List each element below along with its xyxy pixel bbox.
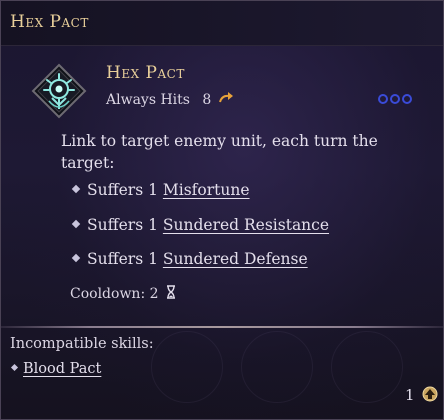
effect-item: Suffers 1 Sundered Resistance (71, 216, 329, 234)
incompatible-skills-title: Incompatible skills: (10, 336, 154, 352)
bullet-diamond-icon (71, 253, 81, 263)
skill-slot-indicator: 1 (405, 386, 438, 406)
cost-value: 8 (202, 92, 212, 108)
effect-link-sundered-defense[interactable]: Sundered Defense (163, 250, 308, 268)
bullet-diamond-icon (71, 184, 81, 194)
bullet-diamond-icon (10, 363, 19, 371)
upgrade-arrow-icon (422, 386, 438, 406)
effect-link-sundered-resistance[interactable]: Sundered Resistance (163, 216, 329, 234)
background-emblem (151, 331, 223, 403)
skill-stats-line: Always Hits 8 (106, 92, 234, 108)
hex-sigil-icon (31, 63, 87, 119)
section-divider (1, 326, 443, 328)
effect-prefix: Suffers 1 (87, 181, 158, 199)
slot-count: 1 (405, 386, 415, 404)
effect-item: Suffers 1 Sundered Defense (71, 250, 308, 268)
skill-tooltip-panel: Hex Pact Hex Pact Always Hits 8 Link to … (0, 0, 444, 420)
arrow-turn-icon (218, 92, 234, 108)
cooldown-label: Cooldown: 2 (70, 286, 159, 302)
bullet-diamond-icon (71, 219, 81, 229)
effect-link-misfortune[interactable]: Misfortune (163, 181, 250, 199)
background-emblem (331, 331, 403, 403)
skill-name: Hex Pact (106, 63, 185, 83)
effect-prefix: Suffers 1 (87, 216, 158, 234)
incompatible-skill-item: Blood Pact (10, 361, 101, 377)
incompatible-skill-link-blood-pact[interactable]: Blood Pact (23, 361, 101, 377)
cooldown-line: Cooldown: 2 (70, 285, 176, 303)
accuracy-label: Always Hits (106, 92, 190, 108)
hourglass-icon (166, 285, 176, 303)
header-title: Hex Pact (10, 12, 89, 32)
background-emblem (241, 331, 313, 403)
effect-prefix: Suffers 1 (87, 250, 158, 268)
more-options-icon[interactable] (377, 90, 413, 104)
effect-item: Suffers 1 Misfortune (71, 181, 250, 199)
skill-description: Link to target enemy unit, each turn the… (61, 132, 378, 172)
tooltip-header: Hex Pact (1, 1, 443, 46)
